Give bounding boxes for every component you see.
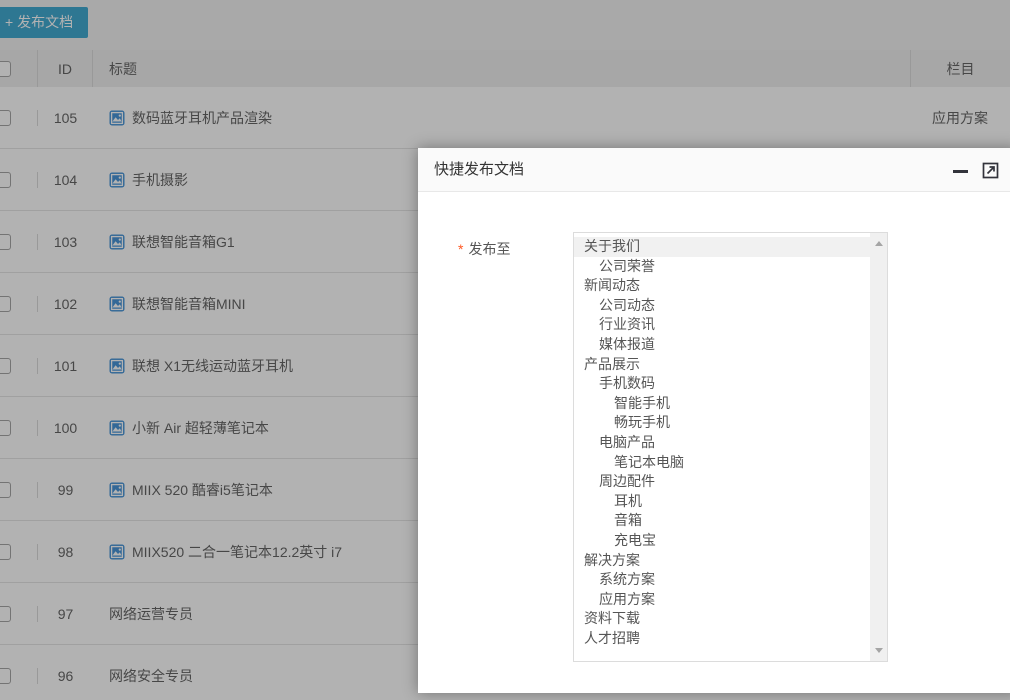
publish-to-label-text: 发布至: [468, 241, 510, 257]
category-option[interactable]: 关于我们: [574, 237, 870, 257]
category-option[interactable]: 公司动态: [574, 296, 870, 316]
maximize-icon[interactable]: [982, 162, 1000, 180]
category-option[interactable]: 耳机: [574, 492, 870, 512]
publish-to-form-item: * 发布至 关于我们公司荣誉新闻动态公司动态行业资讯媒体报道产品展示手机数码智能手…: [418, 232, 1010, 662]
category-option[interactable]: 新闻动态: [574, 276, 870, 296]
category-option[interactable]: 公司荣誉: [574, 257, 870, 277]
category-listbox[interactable]: 关于我们公司荣誉新闻动态公司动态行业资讯媒体报道产品展示手机数码智能手机畅玩手机…: [573, 232, 888, 662]
category-option[interactable]: 电脑产品: [574, 433, 870, 453]
dialog-header[interactable]: 快捷发布文档: [418, 148, 1010, 192]
category-option[interactable]: 资料下载: [574, 609, 870, 629]
category-option[interactable]: 人才招聘: [574, 629, 870, 649]
required-asterisk: *: [458, 241, 463, 257]
scroll-up-icon[interactable]: [875, 241, 883, 246]
category-option-list: 关于我们公司荣誉新闻动态公司动态行业资讯媒体报道产品展示手机数码智能手机畅玩手机…: [574, 237, 887, 648]
category-option[interactable]: 产品展示: [574, 355, 870, 375]
category-option[interactable]: 畅玩手机: [574, 413, 870, 433]
quick-publish-dialog: 快捷发布文档 * 发布至 关于我们公司荣誉新闻动态公司动态行业资讯媒体报道产品展示…: [418, 148, 1010, 693]
dialog-title: 快捷发布文档: [418, 148, 1010, 191]
category-option[interactable]: 周边配件: [574, 472, 870, 492]
minimize-icon[interactable]: [953, 170, 968, 173]
category-option[interactable]: 音箱: [574, 511, 870, 531]
publish-to-label: * 发布至: [458, 232, 573, 259]
category-option[interactable]: 充电宝: [574, 531, 870, 551]
screen: + 发布文档 ID 标题 栏目 105数码蓝牙耳机产品渲染应用方案104手机摄影…: [0, 0, 1010, 700]
category-option[interactable]: 应用方案: [574, 590, 870, 610]
category-option[interactable]: 媒体报道: [574, 335, 870, 355]
category-option[interactable]: 智能手机: [574, 394, 870, 414]
category-option[interactable]: 解决方案: [574, 551, 870, 571]
category-option[interactable]: 手机数码: [574, 374, 870, 394]
category-option[interactable]: 笔记本电脑: [574, 453, 870, 473]
listbox-scrollbar[interactable]: [870, 233, 887, 661]
category-option[interactable]: 系统方案: [574, 570, 870, 590]
scroll-down-icon[interactable]: [875, 648, 883, 653]
category-option[interactable]: 行业资讯: [574, 315, 870, 335]
